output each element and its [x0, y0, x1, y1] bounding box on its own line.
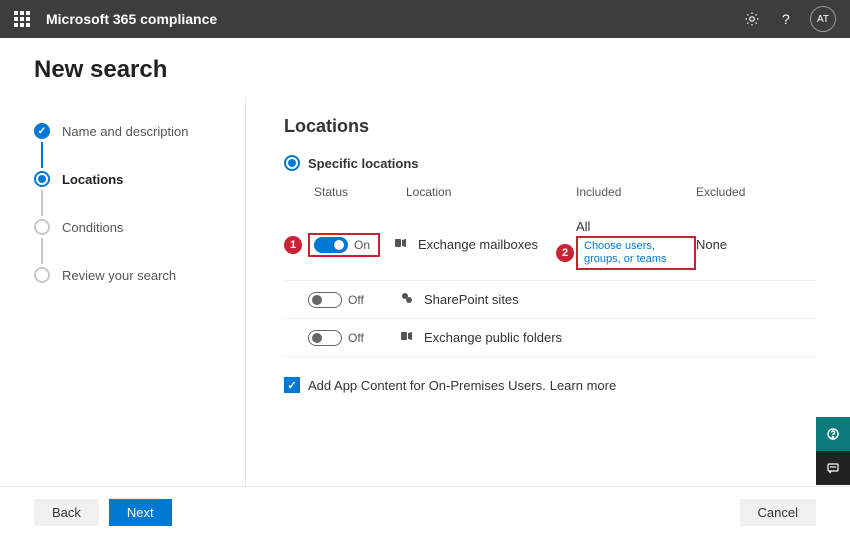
- learn-more-link[interactable]: Learn more: [550, 378, 616, 393]
- on-prem-checkbox-row: Add App Content for On-Premises Users. L…: [284, 377, 816, 393]
- exchange-icon: [394, 236, 408, 253]
- exchange-folder-icon: [400, 329, 414, 346]
- svg-text:?: ?: [782, 12, 790, 26]
- footer: Back Next Cancel: [0, 486, 850, 538]
- radio-icon[interactable]: [284, 155, 300, 171]
- help-fab[interactable]: [816, 417, 850, 451]
- step-label: Name and description: [62, 124, 188, 139]
- toggle-label: Off: [348, 293, 364, 307]
- toggle-sharepoint-sites[interactable]: [308, 292, 342, 308]
- checkbox-label: Add App Content for On-Premises Users.: [308, 378, 546, 393]
- col-location: Location: [406, 185, 576, 199]
- highlight-box: 2 Choose users, groups, or teams: [576, 236, 696, 270]
- included-value: All: [576, 219, 696, 234]
- step-label: Locations: [62, 172, 123, 187]
- callout-badge: 2: [556, 244, 574, 262]
- page-title: New search: [0, 38, 850, 98]
- step-label: Review your search: [62, 268, 176, 283]
- gear-icon[interactable]: [744, 11, 760, 27]
- table-row: Off Exchange public folders: [284, 319, 816, 357]
- app-launcher-icon[interactable]: [14, 11, 30, 27]
- callout-badge: 1: [284, 236, 302, 254]
- main-content: Locations Specific locations Status Loca…: [246, 98, 816, 486]
- choose-users-link[interactable]: Choose users, groups, or teams: [584, 240, 688, 266]
- toggle-exchange-mailboxes[interactable]: [314, 237, 348, 253]
- step-locations[interactable]: Locations: [34, 168, 245, 190]
- table-row: 1 On Exchange mailboxes All 2 Choose use…: [284, 209, 816, 281]
- location-name: SharePoint sites: [424, 292, 582, 307]
- table-row: Off SharePoint sites: [284, 281, 816, 319]
- checkbox[interactable]: [284, 377, 300, 393]
- next-button[interactable]: Next: [109, 499, 172, 526]
- back-button[interactable]: Back: [34, 499, 99, 526]
- location-name: Exchange public folders: [424, 330, 582, 345]
- sharepoint-icon: [400, 291, 414, 308]
- top-bar: Microsoft 365 compliance ? AT: [0, 0, 850, 38]
- section-title: Locations: [284, 116, 816, 137]
- col-included: Included: [576, 185, 696, 199]
- help-icon[interactable]: ?: [778, 12, 792, 26]
- avatar[interactable]: AT: [810, 6, 836, 32]
- step-conditions[interactable]: Conditions: [34, 216, 245, 238]
- stepper: Name and description Locations Condition…: [34, 98, 246, 486]
- table-header: Status Location Included Excluded: [284, 179, 816, 209]
- toggle-exchange-public-folders[interactable]: [308, 330, 342, 346]
- toggle-label: Off: [348, 331, 364, 345]
- toggle-label: On: [354, 238, 370, 252]
- step-name-description[interactable]: Name and description: [34, 120, 245, 142]
- col-status: Status: [314, 185, 406, 199]
- location-name: Exchange mailboxes: [418, 237, 576, 252]
- excluded-value: None: [696, 237, 727, 252]
- highlight-box: On: [308, 233, 380, 257]
- col-excluded: Excluded: [696, 185, 776, 199]
- radio-label: Specific locations: [308, 156, 419, 171]
- feedback-fab[interactable]: [816, 451, 850, 485]
- step-label: Conditions: [62, 220, 123, 235]
- step-review[interactable]: Review your search: [34, 264, 245, 286]
- radio-specific-locations[interactable]: Specific locations: [284, 155, 816, 171]
- cancel-button[interactable]: Cancel: [740, 499, 816, 526]
- side-fabs: [816, 417, 850, 485]
- app-title: Microsoft 365 compliance: [46, 11, 217, 27]
